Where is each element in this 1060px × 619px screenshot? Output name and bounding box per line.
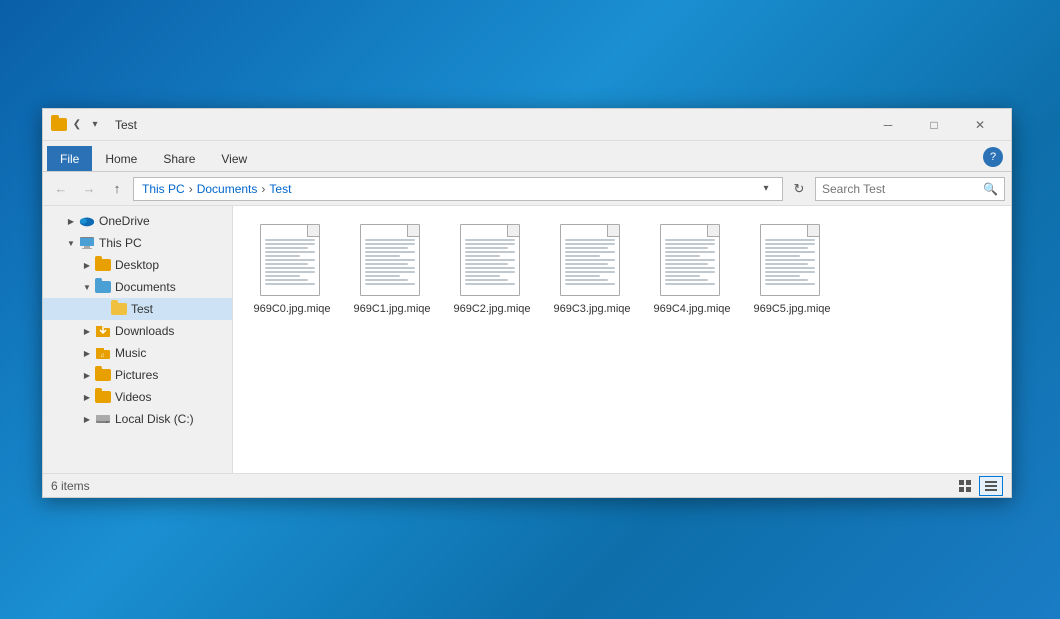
test-toggle [95,301,111,317]
search-input[interactable] [822,182,983,196]
file-icon [460,224,524,298]
file-icon [360,224,424,298]
address-box[interactable]: This PC › Documents › Test ▾ [133,177,783,201]
titlebar-folder-icon [51,118,67,131]
address-bar: ← → ↑ This PC › Documents › Test ▾ ↻ 🔍 [43,172,1011,206]
desktop-label: Desktop [115,258,159,272]
tab-share[interactable]: Share [150,146,208,171]
pictures-label: Pictures [115,368,158,382]
file-name: 969C1.jpg.miqe [353,302,430,316]
refresh-button[interactable]: ↻ [787,177,811,201]
desktop-folder-icon [95,257,111,273]
file-item-2[interactable]: 969C2.jpg.miqe [447,220,537,320]
file-area: 969C0.jpg.miqe 969C1.jpg.miqe 969C2.jpg.mi… [233,206,1011,473]
item-count: 6 items [51,479,90,493]
downloads-label: Downloads [115,324,174,338]
minimize-button[interactable]: ─ [865,109,911,141]
files-grid: 969C0.jpg.miqe 969C1.jpg.miqe 969C2.jpg.mi… [243,216,1001,324]
explorer-window: ❮ ▾ Test ─ □ ✕ File Home Share View ? ← … [42,108,1012,498]
file-icon [560,224,624,298]
file-item-0[interactable]: 969C0.jpg.miqe [247,220,337,320]
test-label: Test [131,302,153,316]
ribbon-tabs: File Home Share View ? [43,141,1011,171]
sidebar-item-documents[interactable]: ▼ Documents [43,276,232,298]
localdisk-label: Local Disk (C:) [115,412,194,426]
this-pc-icon [79,235,95,251]
videos-label: Videos [115,390,151,404]
file-item-5[interactable]: 969C5.jpg.miqe [747,220,837,320]
localdisk-toggle[interactable]: ▶ [79,411,95,427]
search-icon[interactable]: 🔍 [983,182,998,196]
onedrive-label: OneDrive [99,214,150,228]
this-pc-label: This PC [99,236,142,250]
onedrive-toggle[interactable]: ▶ [63,213,79,229]
tab-home[interactable]: Home [92,146,150,171]
nav-forward-button[interactable]: → [77,177,101,201]
quick-access-toolbar: ❮ ▾ [51,117,103,133]
titlebar-dropdown-icon[interactable]: ▾ [87,117,103,133]
maximize-button[interactable]: □ [911,109,957,141]
close-button[interactable]: ✕ [957,109,1003,141]
sidebar-item-test[interactable]: Test [43,298,232,320]
help-button[interactable]: ? [983,147,1003,167]
pictures-toggle[interactable]: ▶ [79,367,95,383]
grid-view-button[interactable] [953,476,977,496]
file-name: 969C5.jpg.miqe [753,302,830,316]
breadcrumb-this-pc[interactable]: This PC [142,182,185,196]
file-icon [760,224,824,298]
breadcrumb-test[interactable]: Test [269,182,291,196]
sidebar-item-pictures[interactable]: ▶ Pictures [43,364,232,386]
address-dropdown-button[interactable]: ▾ [758,177,774,201]
file-icon [660,224,724,298]
drive-icon [95,411,111,427]
music-toggle[interactable]: ▶ [79,345,95,361]
videos-toggle[interactable]: ▶ [79,389,95,405]
title-bar: ❮ ▾ Test ─ □ ✕ [43,109,1011,141]
videos-folder-icon [95,389,111,405]
sidebar-item-localdisk[interactable]: ▶ Local Disk (C:) [43,408,232,430]
file-icon [260,224,324,298]
svg-text:♫: ♫ [100,353,105,359]
file-name: 969C4.jpg.miqe [653,302,730,316]
file-item-4[interactable]: 969C4.jpg.miqe [647,220,737,320]
sidebar-item-onedrive[interactable]: ▶ OneDrive [43,210,232,232]
nav-up-button[interactable]: ↑ [105,177,129,201]
view-buttons [953,476,1003,496]
onedrive-icon [79,213,95,229]
pictures-folder-icon [95,367,111,383]
list-view-button[interactable] [979,476,1003,496]
sidebar-item-music[interactable]: ▶ ♫ Music [43,342,232,364]
sidebar-item-this-pc[interactable]: ▼ This PC [43,232,232,254]
ribbon: File Home Share View ? [43,141,1011,172]
documents-label: Documents [115,280,176,294]
breadcrumb-documents[interactable]: Documents [197,182,258,196]
status-bar: 6 items [43,473,1011,497]
search-box[interactable]: 🔍 [815,177,1005,201]
test-folder-icon [111,301,127,317]
documents-toggle[interactable]: ▼ [79,279,95,295]
downloads-toggle[interactable]: ▶ [79,323,95,339]
nav-back-button[interactable]: ← [49,177,73,201]
sidebar: ▶ OneDrive ▼ This PC ▶ Deskto [43,206,233,473]
titlebar-back-icon[interactable]: ❮ [69,117,85,133]
file-name: 969C0.jpg.miqe [253,302,330,316]
documents-folder-icon [95,279,111,295]
file-item-1[interactable]: 969C1.jpg.miqe [347,220,437,320]
this-pc-toggle[interactable]: ▼ [63,235,79,251]
music-icon: ♫ [95,345,111,361]
tab-file[interactable]: File [47,146,92,171]
file-name: 969C3.jpg.miqe [553,302,630,316]
file-name: 969C2.jpg.miqe [453,302,530,316]
desktop-toggle[interactable]: ▶ [79,257,95,273]
window-controls: ─ □ ✕ [865,109,1003,141]
sidebar-item-videos[interactable]: ▶ Videos [43,386,232,408]
file-item-3[interactable]: 969C3.jpg.miqe [547,220,637,320]
downloads-icon [95,323,111,339]
sidebar-item-downloads[interactable]: ▶ Downloads [43,320,232,342]
window-title: Test [115,118,865,132]
main-area: ▶ OneDrive ▼ This PC ▶ Deskto [43,206,1011,473]
sidebar-item-desktop[interactable]: ▶ Desktop [43,254,232,276]
tab-view[interactable]: View [208,146,260,171]
music-label: Music [115,346,146,360]
